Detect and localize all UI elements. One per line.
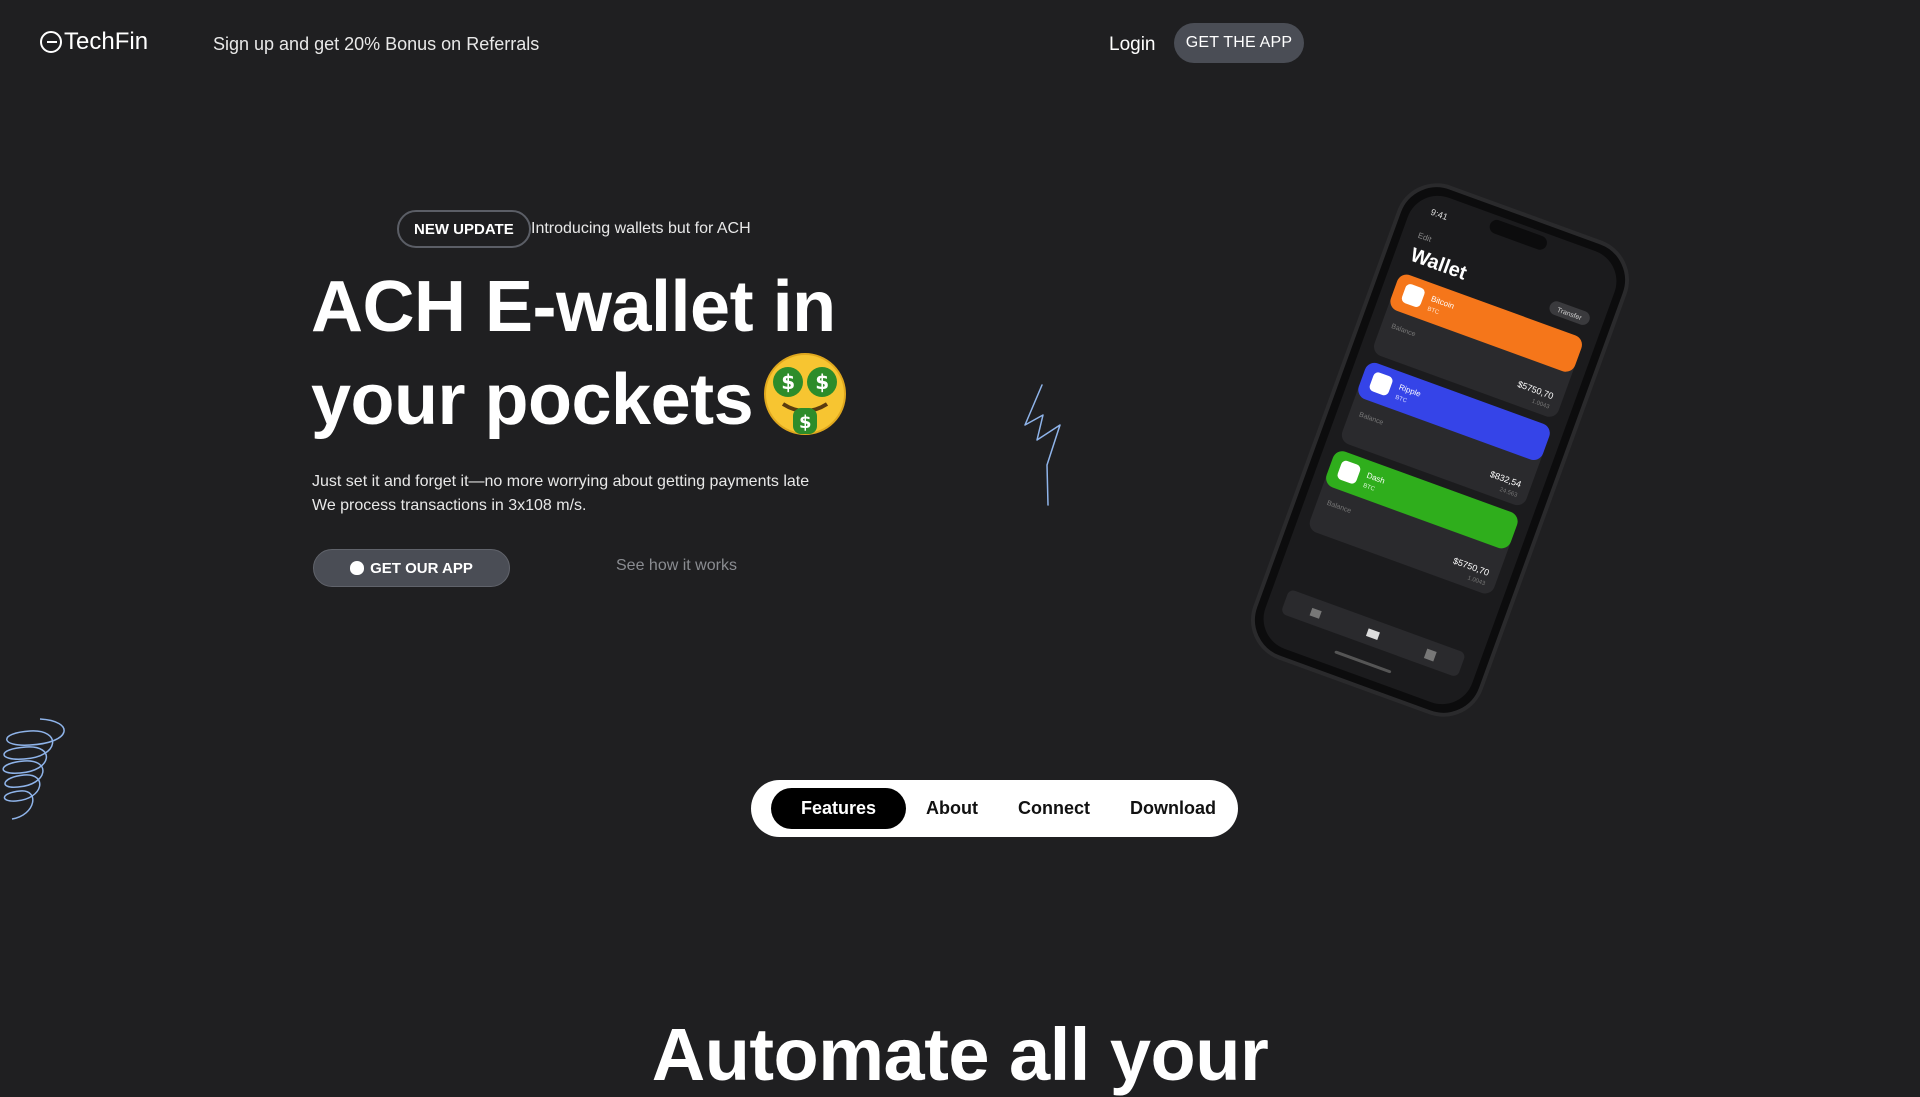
- lightning-doodle-icon: [1024, 384, 1061, 506]
- update-announcement: Introducing wallets but for ACH: [531, 220, 751, 237]
- svg-text:$: $: [781, 370, 794, 394]
- headline-line-1: ACH E-wallet in: [311, 267, 836, 347]
- svg-text:$: $: [799, 412, 811, 433]
- headline-line-2: your pockets: [311, 360, 754, 440]
- section-nav: Features About Connect Download: [751, 780, 1238, 837]
- see-how-it-works-link[interactable]: See how it works: [616, 557, 737, 575]
- get-our-app-button[interactable]: GET OUR APP: [313, 549, 510, 587]
- phone-mockup: 9:41 Edit Wallet Transfer Bitcoin BTC Ba…: [1251, 183, 1629, 717]
- hero-headline: ACH E-wallet in your pockets $ $ $: [311, 262, 847, 445]
- brand-name: TechFin: [64, 28, 149, 55]
- cta-label: GET OUR APP: [370, 559, 473, 577]
- nav-connect[interactable]: Connect: [998, 788, 1110, 829]
- nav-download[interactable]: Download: [1110, 788, 1236, 829]
- money-mouth-face-icon: $ $ $: [763, 352, 847, 436]
- brand-logo[interactable]: TechFin: [40, 28, 148, 56]
- login-link[interactable]: Login: [1109, 34, 1156, 56]
- spiral-doodle-icon: [2, 718, 65, 820]
- nav-features[interactable]: Features: [771, 788, 907, 829]
- subtitle-line-1: Just set it and forget it—no more worryi…: [312, 473, 810, 490]
- promo-text[interactable]: Sign up and get 20% Bonus on Referrals: [213, 34, 539, 55]
- subtitle-line-2: We process transactions in 3x108 m/s.: [312, 497, 587, 514]
- logo-e-icon: [40, 31, 62, 53]
- svg-text:$: $: [815, 370, 828, 394]
- get-the-app-button[interactable]: GET THE APP: [1174, 23, 1304, 63]
- new-update-badge: NEW UPDATE: [397, 210, 531, 248]
- section-title: Automate all your: [651, 1013, 1269, 1096]
- nav-about[interactable]: About: [906, 788, 998, 829]
- apple-icon: [350, 561, 365, 575]
- hero-subtitle: Just set it and forget it—no more worryi…: [312, 470, 809, 518]
